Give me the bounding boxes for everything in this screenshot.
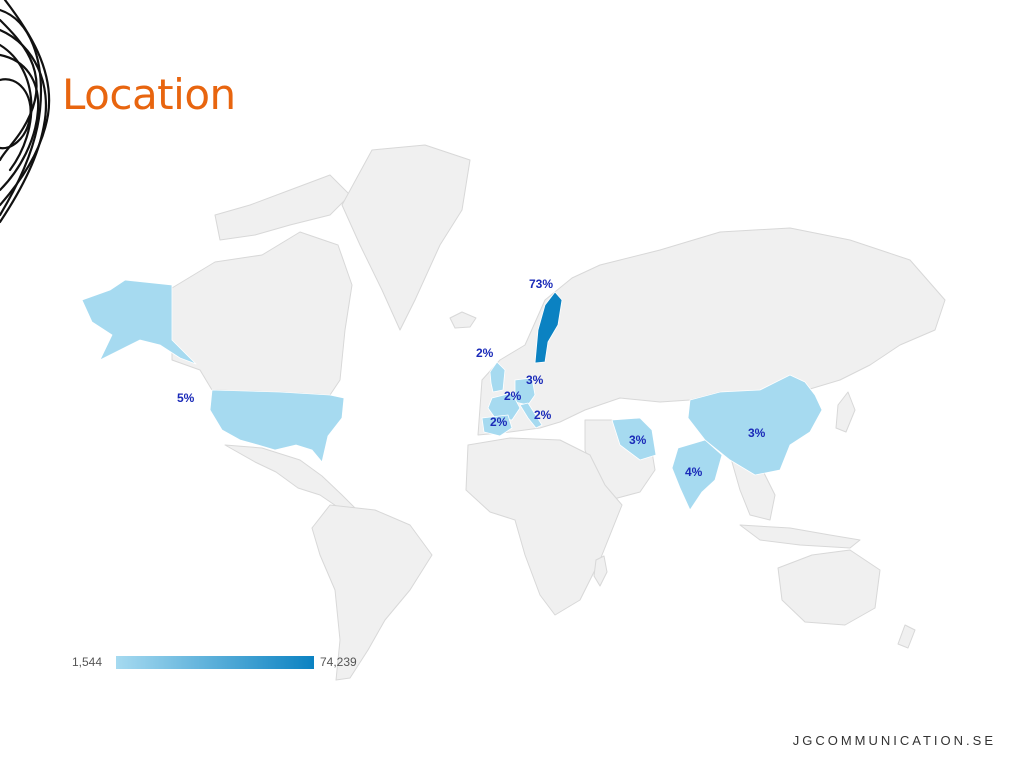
label-united-states: 5% <box>177 391 195 405</box>
label-germany: 3% <box>526 373 544 387</box>
slide: Location 73% 5% 4% 3% 3% 3% 2% 2% 2% 2% … <box>0 0 1024 768</box>
land-south-america <box>311 504 433 681</box>
legend-min-value: 1,544 <box>72 655 103 669</box>
legend-gradient-bar <box>116 656 314 669</box>
footer-brand: JGCOMMUNICATION.SE <box>792 733 996 748</box>
label-sweden: 73% <box>529 277 553 291</box>
land-canada <box>171 231 353 396</box>
label-spain: 2% <box>490 415 508 429</box>
land-greenland <box>341 144 471 331</box>
world-map: 73% 5% 4% 3% 3% 3% 2% 2% 2% 2% <box>81 144 946 681</box>
land-iceland <box>449 311 477 329</box>
label-china: 3% <box>748 426 766 440</box>
land-mexico <box>224 444 356 513</box>
land-japan <box>835 391 856 433</box>
legend-max-value: 74,239 <box>320 655 357 669</box>
label-france: 2% <box>504 389 522 403</box>
region-united-states <box>209 389 345 463</box>
land-indonesia <box>739 524 861 549</box>
land-australia <box>777 549 881 626</box>
label-united-kingdom: 2% <box>476 346 494 360</box>
label-iran: 3% <box>629 433 647 447</box>
land-arctic-islands <box>214 174 351 241</box>
land-madagascar <box>593 555 608 587</box>
label-india: 4% <box>685 465 703 479</box>
land-new-zealand <box>897 624 916 649</box>
label-italy: 2% <box>534 408 552 422</box>
